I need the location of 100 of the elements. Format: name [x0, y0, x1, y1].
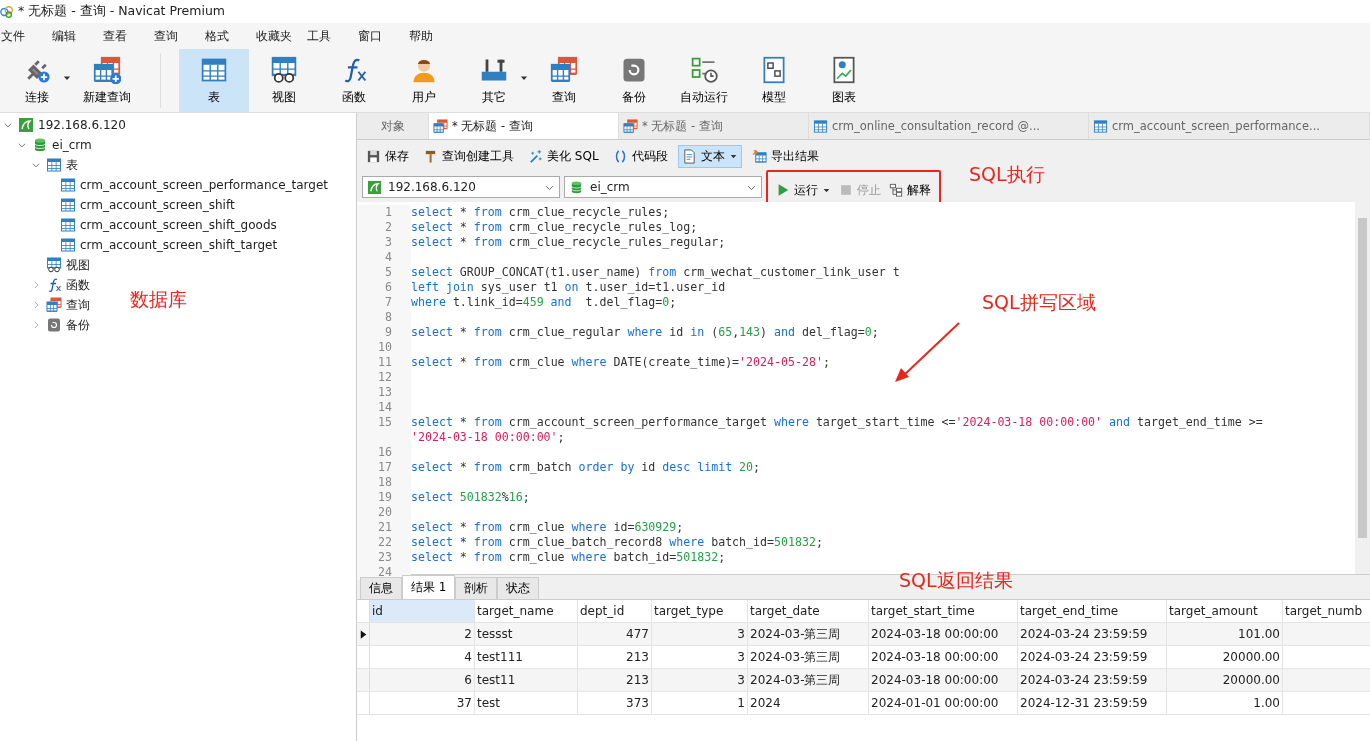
- table-icon: [60, 217, 76, 233]
- line-number: 3: [357, 235, 411, 250]
- grid-pair-icon: [46, 297, 62, 313]
- toolbar-button[interactable]: 美化 SQL: [524, 144, 603, 168]
- tree-item[interactable]: crm_account_screen_shift_target: [80, 238, 278, 252]
- toolbar-button[interactable]: 视图: [249, 49, 319, 112]
- tree-item[interactable]: 函数: [66, 276, 90, 294]
- code-line: select * from crm_clue where DATE(create_time)='2024-05-28';: [411, 355, 830, 370]
- toolbar-button[interactable]: 用户: [389, 49, 459, 112]
- restore-icon: [46, 317, 62, 333]
- column-header[interactable]: target_start_time: [869, 600, 1018, 622]
- function-icon: [46, 277, 62, 293]
- table-cell: 2024-03-第三周: [748, 669, 869, 691]
- toolbar-button[interactable]: 连接: [2, 49, 72, 112]
- document-tab[interactable]: 对象: [357, 113, 429, 139]
- menu-item[interactable]: 文件: [0, 27, 51, 45]
- table-cell: 2024: [748, 692, 869, 714]
- code-line: select * from crm_clue where batch_id=501832;: [411, 550, 726, 565]
- menu-item[interactable]: 查看: [102, 27, 153, 45]
- tree-item[interactable]: crm_account_screen_performance_target: [80, 178, 329, 192]
- table-cell: 373: [578, 692, 652, 714]
- run-toolbar-button[interactable]: 解释: [889, 181, 931, 199]
- document-tab[interactable]: crm_online_consultation_record @...: [809, 113, 1089, 139]
- table-cell: 2: [370, 623, 475, 645]
- tree-item[interactable]: ei_crm: [52, 138, 92, 152]
- export-icon: [751, 148, 767, 164]
- toolbar-button[interactable]: 查询: [529, 49, 599, 112]
- result-tab[interactable]: 信息: [360, 577, 402, 599]
- result-tab[interactable]: 结果 1: [402, 575, 456, 599]
- tree-item[interactable]: 视图: [66, 256, 90, 274]
- line-number: 1: [357, 205, 411, 220]
- toolbar-button[interactable]: 导出结果: [747, 144, 823, 168]
- table-cell: 2024-03-18 00:00:00: [869, 669, 1018, 691]
- table-cell: 1: [652, 692, 748, 714]
- line-number: 2: [357, 220, 411, 235]
- column-header[interactable]: target_amount: [1167, 600, 1283, 622]
- result-tab[interactable]: 状态: [497, 577, 540, 599]
- menu-item[interactable]: 窗口: [357, 27, 408, 45]
- menu-item[interactable]: 编辑: [51, 27, 102, 45]
- document-tab[interactable]: * 无标题 - 查询: [619, 113, 809, 139]
- line-number: 20: [357, 505, 411, 520]
- connection-select[interactable]: 192.168.6.120: [362, 176, 560, 198]
- table-icon: [813, 118, 828, 134]
- document-tab[interactable]: crm_account_screen_performance...: [1089, 113, 1370, 139]
- tree-item[interactable]: 查询: [66, 296, 90, 314]
- column-header[interactable]: target_name: [475, 600, 578, 622]
- scrollbar[interactable]: [1355, 202, 1370, 574]
- database-select[interactable]: ei_crm: [564, 176, 762, 198]
- table-cell: 2024-03-第三周: [748, 646, 869, 668]
- tree-item[interactable]: 备份: [66, 316, 90, 334]
- toolbar-button[interactable]: 查询创建工具: [419, 144, 518, 168]
- toolbar-button[interactable]: 文本: [677, 144, 742, 168]
- table-icon: [60, 237, 76, 253]
- table-cell: 20000.00: [1167, 646, 1283, 668]
- column-header[interactable]: target_end_time: [1018, 600, 1167, 622]
- menu-item[interactable]: 收藏夹: [255, 27, 306, 45]
- table-icon: [60, 177, 76, 193]
- line-number: 13: [357, 385, 411, 400]
- result-tab[interactable]: 剖析: [455, 577, 498, 599]
- menu-item[interactable]: 帮助: [408, 27, 459, 45]
- column-header[interactable]: dept_id: [578, 600, 652, 622]
- toolbar-button[interactable]: 表: [179, 49, 249, 112]
- tree-item[interactable]: 192.168.6.120: [38, 118, 126, 132]
- column-header[interactable]: target_numb: [1283, 600, 1370, 622]
- document-tab[interactable]: * 无标题 - 查询: [429, 113, 619, 139]
- menu-item[interactable]: 查询: [153, 27, 204, 45]
- column-header[interactable]: target_type: [652, 600, 748, 622]
- app-logo-icon: [0, 4, 14, 19]
- tree-item[interactable]: crm_account_screen_shift: [80, 198, 235, 212]
- tree-item[interactable]: 表: [66, 156, 78, 174]
- toolbar-button[interactable]: 其它: [459, 49, 529, 112]
- column-header[interactable]: target_date: [748, 600, 869, 622]
- menu-item[interactable]: 格式: [204, 27, 255, 45]
- toolbar-button[interactable]: 模型: [739, 49, 809, 112]
- code-line: left join sys_user t1 on t.user_id=t1.user_id: [411, 280, 726, 295]
- line-number: 11: [357, 355, 411, 370]
- menu-item[interactable]: 工具: [306, 27, 357, 45]
- tree-item[interactable]: crm_account_screen_shift_goods: [80, 218, 277, 232]
- toolbar-button[interactable]: 备份: [599, 49, 669, 112]
- table-glasses-icon: [270, 55, 298, 84]
- toolbar-button[interactable]: 新建查询: [72, 49, 142, 112]
- table-cell: 2024-01-01 00:00:00: [869, 692, 1018, 714]
- toolbar-button[interactable]: 代码段: [608, 144, 672, 168]
- line-number: 22: [357, 535, 411, 550]
- toolbar-button[interactable]: 图表: [809, 49, 879, 112]
- toolbar-button[interactable]: 保存: [362, 144, 413, 168]
- hammer-icon: [423, 148, 438, 164]
- run-toolbar-button[interactable]: 运行: [776, 181, 831, 199]
- column-header[interactable]: id: [370, 600, 475, 622]
- window-title: * 无标题 - 查询 - Navicat Premium: [18, 3, 226, 20]
- toolbar-button[interactable]: 函数: [319, 49, 389, 112]
- save-icon: [366, 148, 381, 164]
- annotation-label: 数据库: [130, 287, 187, 312]
- line-number: 8: [357, 310, 411, 325]
- toolbar-button[interactable]: 自动运行: [669, 49, 739, 112]
- annotation-label: SQL执行: [969, 162, 1045, 187]
- table-cell: 3: [652, 623, 748, 645]
- table-cell: 2024-12-31 23:59:59: [1018, 692, 1167, 714]
- table-plus-icon: [93, 55, 121, 84]
- code-line: select * from crm_clue_regular where id in (65,143) and del_flag=0;: [411, 325, 879, 340]
